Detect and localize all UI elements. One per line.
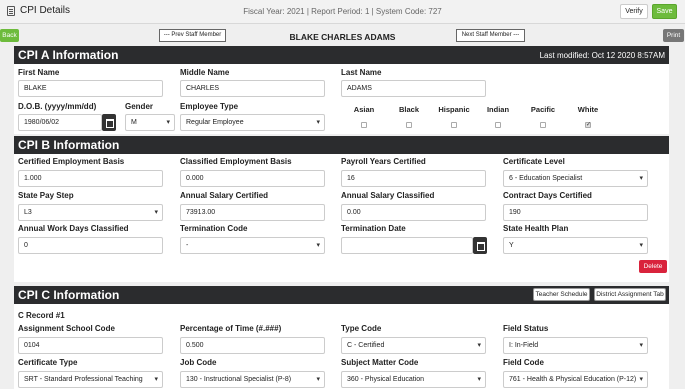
- last-name-label: Last Name: [341, 68, 382, 77]
- type-code-select[interactable]: C - Certified: [341, 337, 486, 354]
- middle-name-label: Middle Name: [180, 68, 230, 77]
- first-name-field[interactable]: BLAKE: [18, 80, 163, 97]
- teacher-schedule-button[interactable]: Teacher Schedule: [533, 288, 590, 301]
- cpi-c-panel: CPI C Information Teacher Schedule Distr…: [14, 286, 669, 389]
- employee-type-label: Employee Type: [180, 102, 239, 111]
- cpi-b-panel: CPI B Information Certified Employment B…: [14, 136, 669, 282]
- subject-code-label: Subject Matter Code: [341, 358, 419, 367]
- field-status-label: Field Status: [503, 324, 549, 333]
- race-label-indian: Indian: [486, 105, 510, 114]
- health-plan-label: State Health Plan: [503, 224, 569, 233]
- cpi-a-header: CPI A Information Last modified: Oct 12 …: [14, 46, 669, 64]
- cpi-c-header: CPI C Information Teacher Schedule Distr…: [14, 286, 669, 304]
- class-basis-field[interactable]: 0.000: [180, 170, 325, 187]
- cpi-a-title: CPI A Information: [18, 48, 119, 62]
- salary-class-field[interactable]: 0.00: [341, 204, 486, 221]
- cpi-b-title: CPI B Information: [18, 138, 120, 152]
- print-button[interactable]: Print: [663, 29, 684, 42]
- contract-days-field[interactable]: 190: [503, 204, 648, 221]
- race-checkbox-pacific[interactable]: [540, 122, 546, 128]
- job-code-label: Job Code: [180, 358, 217, 367]
- type-code-label: Type Code: [341, 324, 382, 333]
- payroll-years-field[interactable]: 16: [341, 170, 486, 187]
- cert-level-select[interactable]: 6 - Education Specialist: [503, 170, 648, 187]
- cpi-a-panel: CPI A Information Last modified: Oct 12 …: [14, 46, 669, 134]
- salary-cert-field[interactable]: 73913.00: [180, 204, 325, 221]
- employee-type-select[interactable]: Regular Employee: [180, 114, 325, 131]
- calendar-icon[interactable]: [473, 237, 487, 254]
- staff-name: BLAKE CHARLES ADAMS: [289, 32, 396, 42]
- prev-staff-button[interactable]: --- Prev Staff Member: [159, 29, 226, 42]
- dob-field[interactable]: 1980/06/02: [18, 114, 102, 131]
- term-date-label: Termination Date: [341, 224, 406, 233]
- health-plan-select[interactable]: Y: [503, 237, 648, 254]
- middle-name-field[interactable]: CHARLES: [180, 80, 325, 97]
- top-bar: CPI Details Fiscal Year: 2021 | Report P…: [0, 0, 685, 24]
- term-code-label: Termination Code: [180, 224, 248, 233]
- cert-basis-label: Certified Employment Basis: [18, 157, 125, 166]
- field-code-select[interactable]: 761 - Health & Physical Education (P-12): [503, 371, 648, 388]
- pct-time-field[interactable]: 0.500: [180, 337, 325, 354]
- race-label-asian: Asian: [353, 105, 375, 114]
- district-assignment-tab-button[interactable]: District Assignment Tab: [594, 288, 666, 301]
- pay-step-label: State Pay Step: [18, 191, 74, 200]
- job-code-select[interactable]: 130 - Instructional Specialist (P-8): [180, 371, 325, 388]
- work-days-field[interactable]: 0: [18, 237, 163, 254]
- record-title: C Record #1: [18, 311, 65, 320]
- field-code-label: Field Code: [503, 358, 544, 367]
- contract-days-label: Contract Days Certified: [503, 191, 592, 200]
- delete-button[interactable]: Delete: [639, 260, 667, 273]
- cert-type-select[interactable]: SRT - Standard Professional Teaching: [18, 371, 163, 388]
- dob-label: D.O.B. (yyyy/mm/dd): [18, 102, 97, 111]
- cpi-b-header: CPI B Information: [14, 136, 669, 154]
- race-label-white: White: [577, 105, 599, 114]
- cpi-c-title: CPI C Information: [18, 288, 120, 302]
- pay-step-select[interactable]: L3: [18, 204, 163, 221]
- race-checkbox-black[interactable]: [406, 122, 412, 128]
- calendar-icon[interactable]: [102, 114, 116, 131]
- cert-basis-field[interactable]: 1.000: [18, 170, 163, 187]
- field-status-select[interactable]: I: In-Field: [503, 337, 648, 354]
- work-days-label: Annual Work Days Classified: [18, 224, 129, 233]
- salary-class-label: Annual Salary Classified: [341, 191, 435, 200]
- school-code-label: Assignment School Code: [18, 324, 115, 333]
- cert-type-label: Certificate Type: [18, 358, 78, 367]
- race-checkbox-white[interactable]: [585, 121, 591, 128]
- subject-code-select[interactable]: 360 - Physical Education: [341, 371, 486, 388]
- school-code-field[interactable]: 0104: [18, 337, 163, 354]
- race-label-hispanic: Hispanic: [438, 105, 470, 114]
- payroll-years-label: Payroll Years Certified: [341, 157, 426, 166]
- class-basis-label: Classified Employment Basis: [180, 157, 292, 166]
- verify-button[interactable]: Verify: [620, 4, 648, 19]
- save-button[interactable]: Save: [652, 4, 677, 19]
- first-name-label: First Name: [18, 68, 60, 77]
- salary-cert-label: Annual Salary Certified: [180, 191, 269, 200]
- next-staff-button[interactable]: Next Staff Member ---: [456, 29, 525, 42]
- last-name-field[interactable]: ADAMS: [341, 80, 486, 97]
- race-checkbox-indian[interactable]: [495, 122, 501, 128]
- race-checkbox-hispanic[interactable]: [451, 122, 457, 128]
- term-code-select[interactable]: -: [180, 237, 325, 254]
- fiscal-info: Fiscal Year: 2021 | Report Period: 1 | S…: [243, 7, 442, 16]
- race-label-pacific: Pacific: [530, 105, 556, 114]
- last-modified: Last modified: Oct 12 2020 8:57AM: [539, 51, 665, 60]
- pct-time-label: Percentage of Time (#.###): [180, 324, 282, 333]
- race-label-black: Black: [398, 105, 419, 114]
- cert-level-label: Certificate Level: [503, 157, 565, 166]
- term-date-field[interactable]: [341, 237, 473, 254]
- gender-select[interactable]: M: [125, 114, 175, 131]
- gender-label: Gender: [125, 102, 154, 111]
- race-checkbox-asian[interactable]: [361, 122, 367, 128]
- staff-nav: Back BLAKE CHARLES ADAMS --- Prev Staff …: [0, 28, 685, 44]
